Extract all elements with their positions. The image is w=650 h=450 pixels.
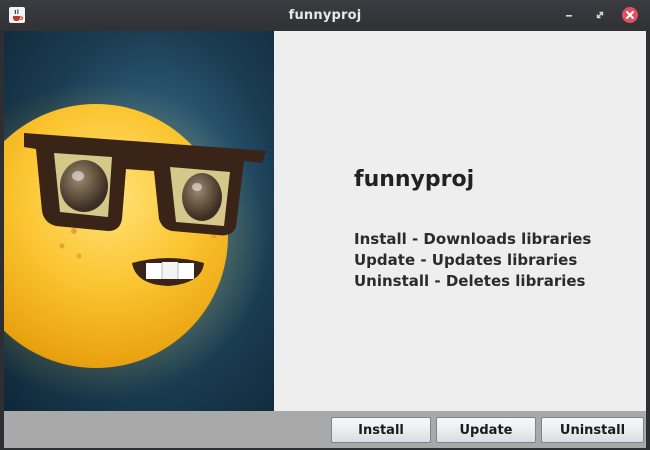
app-heading: funnyproj xyxy=(354,167,475,192)
nerd-face-emoji-image xyxy=(4,31,274,411)
update-button[interactable]: Update xyxy=(436,417,536,443)
description-list: Install - Downloads libraries Update - U… xyxy=(354,229,591,292)
install-button[interactable]: Install xyxy=(331,417,431,443)
info-panel: funnyproj Install - Downloads libraries … xyxy=(274,31,646,411)
button-bar: Install Update Uninstall xyxy=(4,411,646,448)
maximize-icon xyxy=(596,11,604,19)
window-title: funnyproj xyxy=(288,8,362,23)
install-description: Install - Downloads libraries xyxy=(354,230,592,248)
uninstall-button[interactable]: Uninstall xyxy=(541,417,644,443)
close-button[interactable] xyxy=(622,7,638,23)
maximize-button[interactable] xyxy=(592,7,608,23)
uninstall-description: Uninstall - Deletes libraries xyxy=(354,272,586,290)
window-content: funnyproj Install - Downloads libraries … xyxy=(4,31,646,448)
minimize-button[interactable] xyxy=(561,7,577,23)
app-window: funnyproj funnyproj Install - Downloads … xyxy=(0,0,650,450)
minimize-icon xyxy=(566,15,572,17)
update-description: Update - Updates libraries xyxy=(354,251,578,269)
close-icon xyxy=(626,11,634,19)
title-bar[interactable]: funnyproj xyxy=(0,0,650,31)
